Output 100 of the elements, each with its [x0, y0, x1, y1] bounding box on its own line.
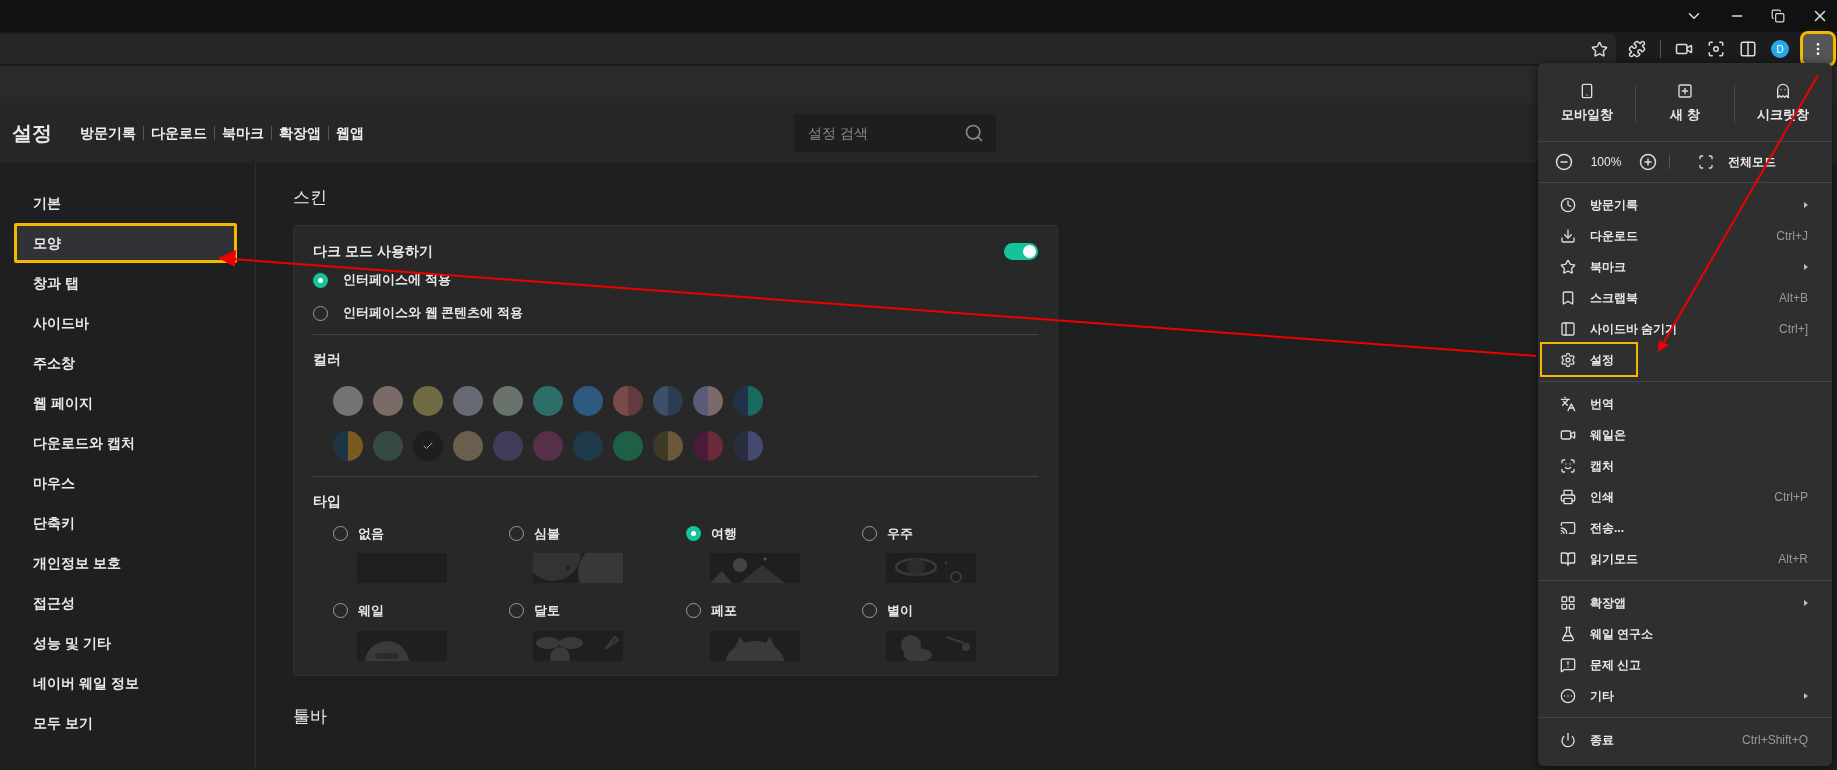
menu-label: 방문기록: [1590, 196, 1638, 214]
power-icon: [1560, 731, 1576, 748]
download-icon: [1560, 227, 1576, 244]
color-swatch[interactable]: [613, 430, 643, 461]
color-swatch[interactable]: [653, 385, 683, 416]
color-swatch[interactable]: [733, 430, 763, 461]
menu-item[interactable]: 전송...: [1542, 512, 1828, 543]
color-swatch[interactable]: [453, 430, 483, 461]
subsection-title: 컬러: [313, 349, 342, 369]
sidebar-item[interactable]: 다운로드와 캡처: [14, 423, 237, 463]
menu-item[interactable]: 북마크: [1542, 251, 1828, 282]
color-swatch[interactable]: [493, 430, 523, 461]
menu-item[interactable]: 캡처: [1542, 450, 1828, 481]
option-label: 웨일: [358, 602, 384, 620]
color-swatch[interactable]: [693, 430, 723, 461]
section-title: 툴바: [293, 705, 327, 728]
star-icon: [1560, 258, 1576, 275]
sidebar-item[interactable]: 단축키: [14, 503, 237, 543]
star-icon[interactable]: [1591, 40, 1608, 58]
sidebar-item[interactable]: 성능 및 기타: [14, 623, 237, 663]
capture-icon[interactable]: [1707, 40, 1725, 58]
menu-item[interactable]: 웨일온: [1542, 419, 1828, 450]
color-swatch[interactable]: [573, 430, 603, 461]
menu-label: 다운로드: [1590, 227, 1638, 245]
menu-item[interactable]: 인쇄 Ctrl+P: [1542, 481, 1828, 512]
color-swatch[interactable]: [333, 430, 363, 461]
shortcut-text: Ctrl+J: [1776, 227, 1808, 245]
color-swatch[interactable]: [533, 430, 563, 461]
header-link[interactable]: 다운로드: [151, 122, 207, 144]
sidebar-icon: [1560, 320, 1576, 337]
shortcut-text: Ctrl+P: [1774, 488, 1808, 506]
header-link[interactable]: 북마크: [222, 122, 264, 144]
color-swatch[interactable]: [693, 385, 723, 416]
sidebar-item[interactable]: 기본: [14, 183, 237, 223]
search-icon[interactable]: [964, 123, 984, 143]
sidebar-item[interactable]: 네이버 웨일 정보: [14, 663, 237, 703]
menu-item[interactable]: 번역: [1542, 388, 1828, 419]
color-swatch[interactable]: [493, 385, 523, 416]
menu-label: 웨일온: [1590, 426, 1626, 444]
color-swatch[interactable]: [373, 430, 403, 461]
radio-button[interactable]: [685, 525, 701, 541]
sidebar-item[interactable]: 접근성: [14, 583, 237, 623]
menu-item[interactable]: 종료 Ctrl+Shift+Q: [1542, 724, 1828, 755]
menu-item[interactable]: 읽기모드 Alt+R: [1542, 543, 1828, 574]
option-label: 심볼: [534, 524, 561, 543]
printer-icon: [1560, 488, 1576, 505]
submenu-arrow-icon: [1804, 263, 1808, 270]
sidebar-item[interactable]: 개인정보 보호: [14, 543, 237, 583]
sidebar-item[interactable]: 모두 보기: [14, 703, 237, 743]
puzzle-icon[interactable]: [1628, 40, 1646, 58]
split-view-icon[interactable]: [1739, 40, 1757, 58]
header-link[interactable]: 웹앱: [336, 122, 364, 144]
menu-button[interactable]: 새 창: [1636, 83, 1734, 125]
menu-label: 설정: [1590, 351, 1614, 369]
shortcut-text: Alt+B: [1779, 289, 1808, 307]
menu-item[interactable]: 다운로드 Ctrl+J: [1542, 220, 1828, 251]
menu-item[interactable]: 설정: [1542, 344, 1636, 375]
menu-item[interactable]: 방문기록: [1542, 189, 1828, 220]
shortcut-text: Alt+R: [1778, 550, 1808, 568]
option-label: 없음: [358, 524, 384, 543]
menu-item[interactable]: 스크랩북 Alt+B: [1542, 282, 1828, 313]
sidebar-item[interactable]: 모양: [14, 223, 237, 263]
zoom-in-icon[interactable]: [1639, 153, 1657, 171]
option-label: 페포: [710, 602, 737, 620]
radio-button[interactable]: [313, 272, 328, 288]
header-link[interactable]: 확장앱: [279, 122, 321, 144]
color-swatch[interactable]: [373, 385, 403, 416]
zoom-out-icon[interactable]: [1555, 153, 1573, 171]
capture-icon: [1560, 457, 1576, 474]
color-swatch[interactable]: [413, 385, 443, 416]
color-swatch[interactable]: [333, 385, 363, 416]
color-swatch[interactable]: [613, 385, 643, 416]
page-title: 설정: [12, 121, 52, 146]
menu-item[interactable]: 확장앱: [1542, 587, 1828, 618]
color-swatch[interactable]: [573, 385, 603, 416]
sidebar-item[interactable]: 주소창: [14, 343, 237, 383]
color-swatch[interactable]: [413, 430, 443, 461]
search-field[interactable]: 설정 검색: [794, 114, 996, 152]
menu-item[interactable]: 문제 신고: [1542, 649, 1828, 680]
menu-item[interactable]: 웨일 연구소: [1542, 618, 1828, 649]
color-swatch[interactable]: [653, 430, 683, 461]
color-swatch[interactable]: [733, 385, 763, 416]
menu-label: 스크랩북: [1590, 289, 1638, 307]
menu-button[interactable]: 모바일창: [1538, 83, 1636, 125]
setting-label: 다크 모드 사용하기: [313, 242, 433, 261]
menu-label: 캡처: [1590, 457, 1614, 475]
sidebar-item[interactable]: 마우스: [14, 463, 237, 503]
restore-icon[interactable]: [1771, 9, 1785, 23]
color-swatch[interactable]: [453, 385, 483, 416]
fullscreen-icon: [1698, 154, 1714, 170]
toggle-switch[interactable]: [1004, 243, 1038, 260]
menu-button[interactable]: [1803, 34, 1833, 64]
sidebar-item[interactable]: 사이드바: [14, 303, 237, 343]
menu-item[interactable]: 기타: [1542, 680, 1828, 711]
sidebar-item[interactable]: 웹 페이지: [14, 383, 237, 423]
sidebar-item[interactable]: 창과 탭: [14, 263, 237, 303]
option-label: 우주: [886, 524, 913, 543]
color-swatch[interactable]: [533, 385, 563, 416]
header-link[interactable]: 방문기록: [80, 122, 136, 144]
menu-label: 북마크: [1590, 258, 1626, 276]
